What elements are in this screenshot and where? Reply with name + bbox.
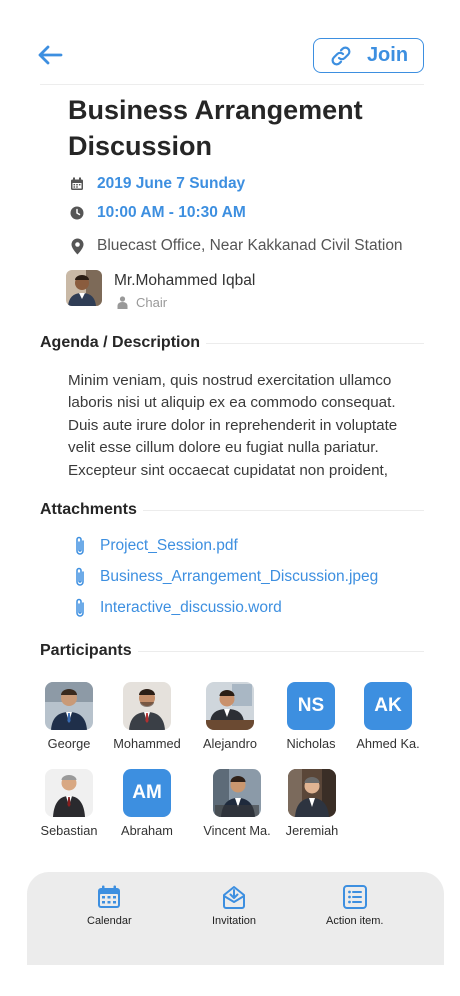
paperclip-icon bbox=[76, 536, 84, 555]
attachment-item[interactable]: Business_Arrangement_Discussion.jpeg bbox=[72, 566, 378, 588]
participants-heading-text: Participants bbox=[40, 642, 132, 659]
participant[interactable]: Mohammed bbox=[107, 682, 187, 751]
link-icon bbox=[331, 46, 351, 65]
nav-action-items[interactable]: Action item. bbox=[326, 884, 383, 927]
clock-icon bbox=[68, 204, 86, 222]
location-text: Bluecast Office, Near Kakkanad Civil Sta… bbox=[97, 237, 403, 254]
nav-calendar-label: Calendar bbox=[87, 915, 132, 927]
participant-name: George bbox=[47, 736, 91, 751]
join-label: Join bbox=[366, 44, 409, 66]
nav-calendar[interactable]: Calendar bbox=[87, 884, 132, 927]
join-button[interactable]: Join bbox=[313, 38, 424, 73]
avatar bbox=[206, 682, 254, 730]
attachments-heading: Attachments bbox=[40, 501, 424, 519]
agenda-text: Minim veniam, quis nostrud exercitation … bbox=[68, 372, 398, 479]
chair-name: Mr.Mohammed Iqbal bbox=[114, 272, 256, 289]
initials-avatar: AM bbox=[123, 769, 171, 817]
avatar bbox=[45, 682, 93, 730]
calendar-icon bbox=[68, 175, 86, 193]
calendar-icon bbox=[98, 885, 121, 908]
date-text: 2019 June 7 Sunday bbox=[97, 175, 246, 192]
back-button[interactable] bbox=[34, 40, 66, 70]
bottom-navigation: Calendar Invitation Action item. bbox=[27, 872, 444, 965]
chair-person[interactable]: Mr.Mohammed Iqbal Chair bbox=[66, 270, 255, 310]
page-title: Business Arrangement Discussion bbox=[68, 95, 363, 161]
participant-name: Nicholas bbox=[286, 736, 336, 751]
meeting-location: Bluecast Office, Near Kakkanad Civil Sta… bbox=[68, 237, 403, 255]
initials-avatar: NS bbox=[287, 682, 335, 730]
agenda-heading: Agenda / Description bbox=[40, 334, 424, 352]
participant-name: Jeremiah bbox=[285, 823, 339, 838]
avatar bbox=[213, 769, 261, 817]
nav-invitation-label: Invitation bbox=[212, 915, 257, 927]
participant[interactable]: Vincent Ma. bbox=[197, 769, 277, 838]
person-icon bbox=[117, 296, 128, 309]
participant-name: Sebastian bbox=[40, 823, 98, 838]
participant-name: Abraham bbox=[121, 823, 173, 838]
attachments-heading-text: Attachments bbox=[40, 501, 137, 518]
participant-name: Ahmed Ka. bbox=[356, 736, 420, 751]
attachment-item[interactable]: Interactive_discussio.word bbox=[72, 597, 282, 619]
participant-name: Alejandro bbox=[202, 736, 258, 751]
avatar bbox=[123, 682, 171, 730]
paperclip-icon bbox=[76, 598, 84, 617]
envelope-download-icon bbox=[223, 886, 246, 909]
avatar bbox=[45, 769, 93, 817]
meeting-date: 2019 June 7 Sunday bbox=[68, 175, 245, 193]
divider bbox=[40, 84, 424, 85]
arrow-left-icon bbox=[38, 45, 63, 65]
participant[interactable]: AK Ahmed Ka. bbox=[348, 682, 428, 751]
participant-name: Mohammed bbox=[113, 736, 181, 751]
nav-action-items-label: Action item. bbox=[326, 915, 384, 927]
attachment-filename: Interactive_discussio.word bbox=[100, 599, 282, 616]
participant[interactable]: AM Abraham bbox=[107, 769, 187, 838]
meeting-time: 10:00 AM - 10:30 AM bbox=[68, 204, 246, 222]
attachment-filename: Business_Arrangement_Discussion.jpeg bbox=[100, 568, 379, 585]
participant-name: Vincent Ma. bbox=[203, 823, 271, 838]
chair-role-label: Chair bbox=[136, 295, 168, 310]
participant[interactable]: George bbox=[29, 682, 109, 751]
attachment-item[interactable]: Project_Session.pdf bbox=[72, 535, 238, 557]
list-icon bbox=[342, 885, 367, 909]
time-text: 10:00 AM - 10:30 AM bbox=[97, 204, 246, 221]
participant[interactable]: Sebastian bbox=[29, 769, 109, 838]
participants-heading: Participants bbox=[40, 642, 424, 660]
agenda-heading-text: Agenda / Description bbox=[40, 334, 201, 351]
participant[interactable]: Jeremiah bbox=[272, 769, 352, 838]
paperclip-icon bbox=[76, 567, 84, 586]
participant[interactable]: NS Nicholas bbox=[271, 682, 351, 751]
participant[interactable]: Alejandro bbox=[190, 682, 270, 751]
avatar bbox=[66, 270, 102, 306]
location-pin-icon bbox=[68, 237, 86, 255]
initials-avatar: AK bbox=[364, 682, 412, 730]
attachment-filename: Project_Session.pdf bbox=[100, 537, 238, 554]
avatar bbox=[288, 769, 336, 817]
nav-invitation[interactable]: Invitation bbox=[212, 884, 256, 927]
